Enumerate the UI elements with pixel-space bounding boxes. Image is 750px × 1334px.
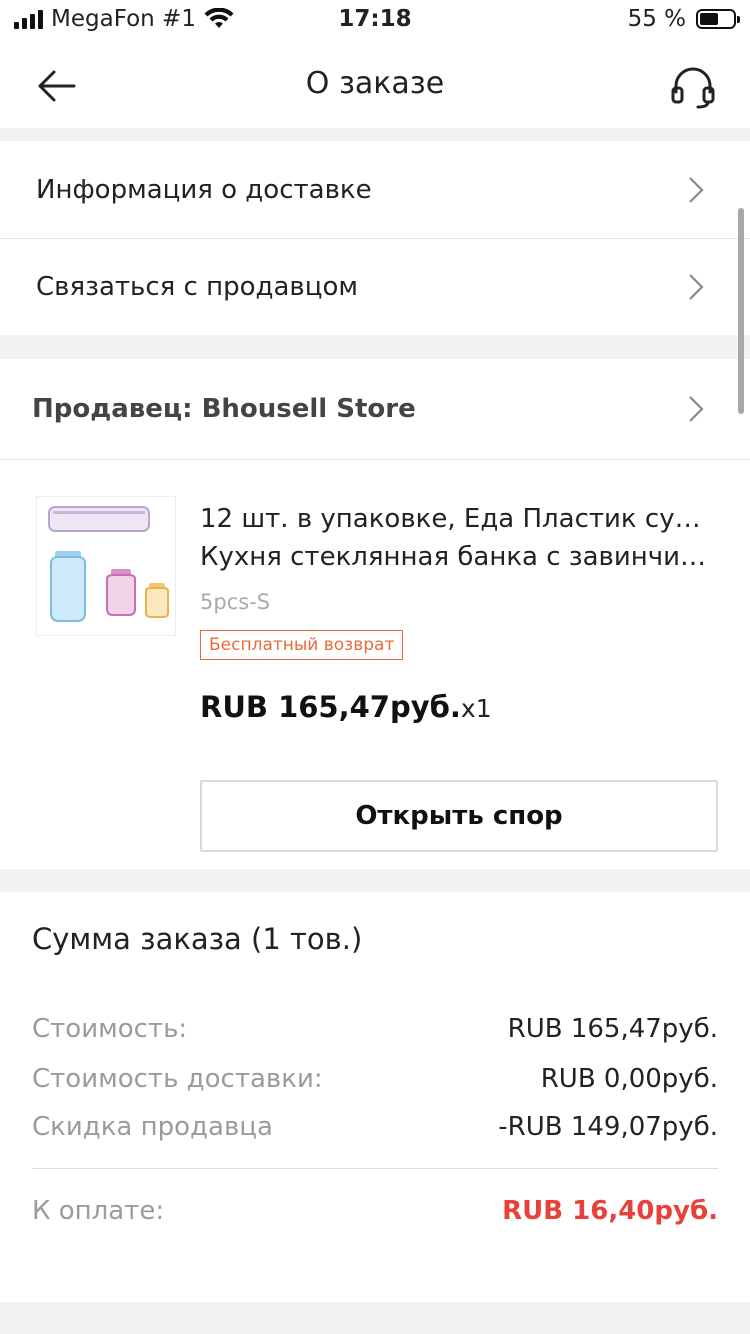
summary-label: Скидка продавца	[32, 1112, 273, 1142]
delivery-info-label: Информация о доставке	[36, 174, 372, 205]
summary-row: Скидка продавца -RUB 149,07руб.	[32, 1112, 718, 1142]
page-title: О заказе	[305, 66, 445, 101]
status-bar: MegaFon #1 17:18 55 %	[0, 0, 750, 42]
nav-bar: О заказе	[0, 42, 750, 128]
seller-name: Продавец: Bhousell Store	[32, 394, 416, 424]
seller-row[interactable]: Продавец: Bhousell Store	[0, 359, 750, 459]
product-title-line2: Кухня стеклянная банка с завинчив...	[200, 542, 720, 572]
quantity: x1	[460, 694, 492, 723]
menu-section: Информация о доставке Связаться с продав…	[0, 141, 750, 335]
battery-percent: 55 %	[627, 6, 686, 32]
product-title-line1: 12 шт. в упаковке, Еда Пластик сумка	[200, 504, 720, 534]
chevron-right-icon	[689, 396, 704, 422]
summary-label: Стоимость:	[32, 1014, 188, 1044]
product-thumbnail[interactable]	[36, 496, 176, 636]
headset-icon[interactable]	[670, 64, 716, 110]
contact-seller-label: Связаться с продавцом	[36, 272, 358, 302]
summary-value: RUB 0,00руб.	[540, 1064, 718, 1094]
divider	[32, 1168, 718, 1169]
summary-value: -RUB 149,07руб.	[498, 1112, 718, 1142]
total-value: RUB 16,40руб.	[502, 1196, 718, 1226]
summary-title: Сумма заказа (1 тов.)	[32, 922, 363, 956]
summary-row: Стоимость доставки: RUB 0,00руб.	[32, 1064, 718, 1094]
price-value: RUB 165,47руб.	[200, 690, 461, 724]
summary-value: RUB 165,47руб.	[507, 1014, 718, 1044]
chevron-right-icon	[689, 176, 704, 203]
total-row: К оплате: RUB 16,40руб.	[32, 1196, 718, 1226]
delivery-info-row[interactable]: Информация о доставке	[0, 141, 750, 238]
free-return-badge: Бесплатный возврат	[200, 630, 404, 660]
chevron-right-icon	[689, 274, 704, 300]
summary-row: Стоимость: RUB 165,47руб.	[32, 1014, 718, 1044]
product-variant: 5pcs-S	[200, 590, 271, 614]
product-price: RUB 165,47руб.x1	[200, 690, 492, 724]
jar-bags-image	[48, 506, 169, 622]
battery-icon	[696, 9, 740, 29]
summary-label: Стоимость доставки:	[32, 1064, 323, 1094]
open-dispute-button[interactable]: Открыть спор	[200, 780, 718, 852]
product-title[interactable]: 12 шт. в упаковке, Еда Пластик сумка Кух…	[200, 500, 720, 576]
scrollbar[interactable]	[738, 208, 744, 414]
total-label: К оплате:	[32, 1196, 165, 1226]
battery-group: 55 %	[627, 6, 740, 32]
divider	[0, 459, 750, 460]
contact-seller-row[interactable]: Связаться с продавцом	[0, 239, 750, 335]
